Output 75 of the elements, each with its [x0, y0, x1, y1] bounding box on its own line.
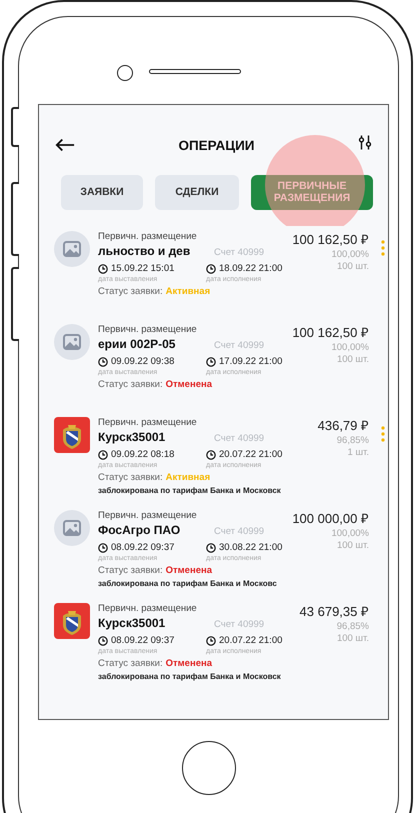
- screen-title: ОПЕРАЦИИ: [178, 138, 255, 152]
- status-value: Активная: [166, 472, 210, 483]
- image-placeholder-icon: [54, 510, 90, 546]
- home-button[interactable]: [182, 740, 236, 794]
- block-note: заблокирована по тарифам Банка и Московс: [98, 579, 278, 588]
- account-number: Счет 40999: [214, 526, 264, 537]
- account-number: Счет 40999: [214, 619, 264, 630]
- coat-of-arms-icon: [54, 417, 90, 453]
- issue-date: 15.09.22 15:01: [111, 263, 174, 275]
- clock-icon: [98, 357, 108, 367]
- tab[interactable]: СДЕЛКИ: [155, 175, 239, 210]
- quantity: 1 шт.: [348, 447, 369, 459]
- amount: 100 000,00 ₽: [292, 510, 369, 528]
- quantity: 100 шт.: [336, 354, 369, 366]
- status-label: Статус заявки:: [98, 286, 163, 297]
- back-arrow-icon[interactable]: [55, 138, 75, 152]
- execution-date: 20.07.22 21:00: [219, 449, 282, 461]
- tab[interactable]: ЗАЯВКИ: [61, 175, 143, 210]
- status-label: Статус заявки:: [98, 379, 163, 390]
- clock-icon: [98, 450, 108, 460]
- status-value: Отменена: [166, 565, 212, 576]
- clock-icon: [206, 450, 216, 460]
- issue-date: 08.09.22 09:37: [111, 635, 174, 647]
- clock-icon: [206, 357, 216, 367]
- operation-type: Первичн. размещение: [98, 231, 198, 242]
- block-note: заблокирована по тарифам Банка и Московск: [98, 672, 282, 681]
- quantity: 100 шт.: [336, 540, 369, 552]
- clock-icon: [206, 264, 216, 274]
- filter-icon[interactable]: [358, 134, 372, 150]
- camera-icon: [117, 64, 133, 80]
- issue-date: 08.09.22 09:37: [111, 542, 174, 554]
- execution-date: 18.09.22 21:00: [219, 263, 282, 275]
- status-label: Статус заявки:: [98, 565, 163, 576]
- amount: 436,79 ₽: [318, 417, 369, 435]
- execution-date: 17.09.22 21:00: [219, 356, 282, 368]
- operation-type: Первичн. размещение: [98, 324, 198, 335]
- operation-type: Первичн. размещение: [98, 603, 198, 614]
- status-label: Статус заявки:: [98, 658, 163, 669]
- status-label: Статус заявки:: [98, 472, 163, 483]
- percent: 100,00%: [331, 342, 369, 354]
- quantity: 100 шт.: [336, 261, 369, 273]
- status-value: Активная: [166, 286, 210, 297]
- percent: 96,85%: [336, 435, 369, 447]
- account-number: Счет 40999: [214, 247, 264, 258]
- execution-date: 20.07.22 21:00: [219, 635, 282, 647]
- account-number: Счет 40999: [214, 433, 264, 444]
- clock-icon: [206, 543, 216, 553]
- clock-icon: [98, 636, 108, 646]
- clock-icon: [98, 543, 108, 553]
- security-name: ерии 002P-05: [98, 336, 176, 353]
- operation-type: Первичн. размещение: [98, 510, 198, 521]
- quantity: 100 шт.: [336, 633, 369, 645]
- account-number: Счет 40999: [214, 340, 264, 351]
- percent: 96,85%: [336, 621, 369, 633]
- amount: 100 162,50 ₽: [292, 231, 369, 249]
- security-name: Курск35001: [98, 429, 166, 446]
- percent: 100,00%: [331, 249, 369, 261]
- issue-date: 09.09.22 09:38: [111, 356, 174, 368]
- status-value: Отменена: [166, 379, 212, 390]
- coat-of-arms-icon: [54, 603, 90, 639]
- block-note: заблокирована по тарифам Банка и Московск: [98, 486, 282, 495]
- status-value: Отменена: [166, 658, 212, 669]
- security-name: Курск35001: [98, 615, 166, 632]
- percent: 100,00%: [331, 528, 369, 540]
- amount: 43 679,35 ₽: [300, 603, 369, 621]
- amount: 100 162,50 ₽: [292, 324, 369, 342]
- security-name: льноство и дев: [98, 243, 192, 260]
- operation-type: Первичн. размещение: [98, 417, 198, 428]
- execution-date: 30.08.22 21:00: [219, 542, 282, 554]
- image-placeholder-icon: [54, 231, 90, 267]
- clock-icon: [98, 264, 108, 274]
- clock-icon: [206, 636, 216, 646]
- image-placeholder-icon: [54, 324, 90, 360]
- issue-date: 09.09.22 08:18: [111, 449, 174, 461]
- security-name: ФосАгро ПАО: [98, 522, 182, 539]
